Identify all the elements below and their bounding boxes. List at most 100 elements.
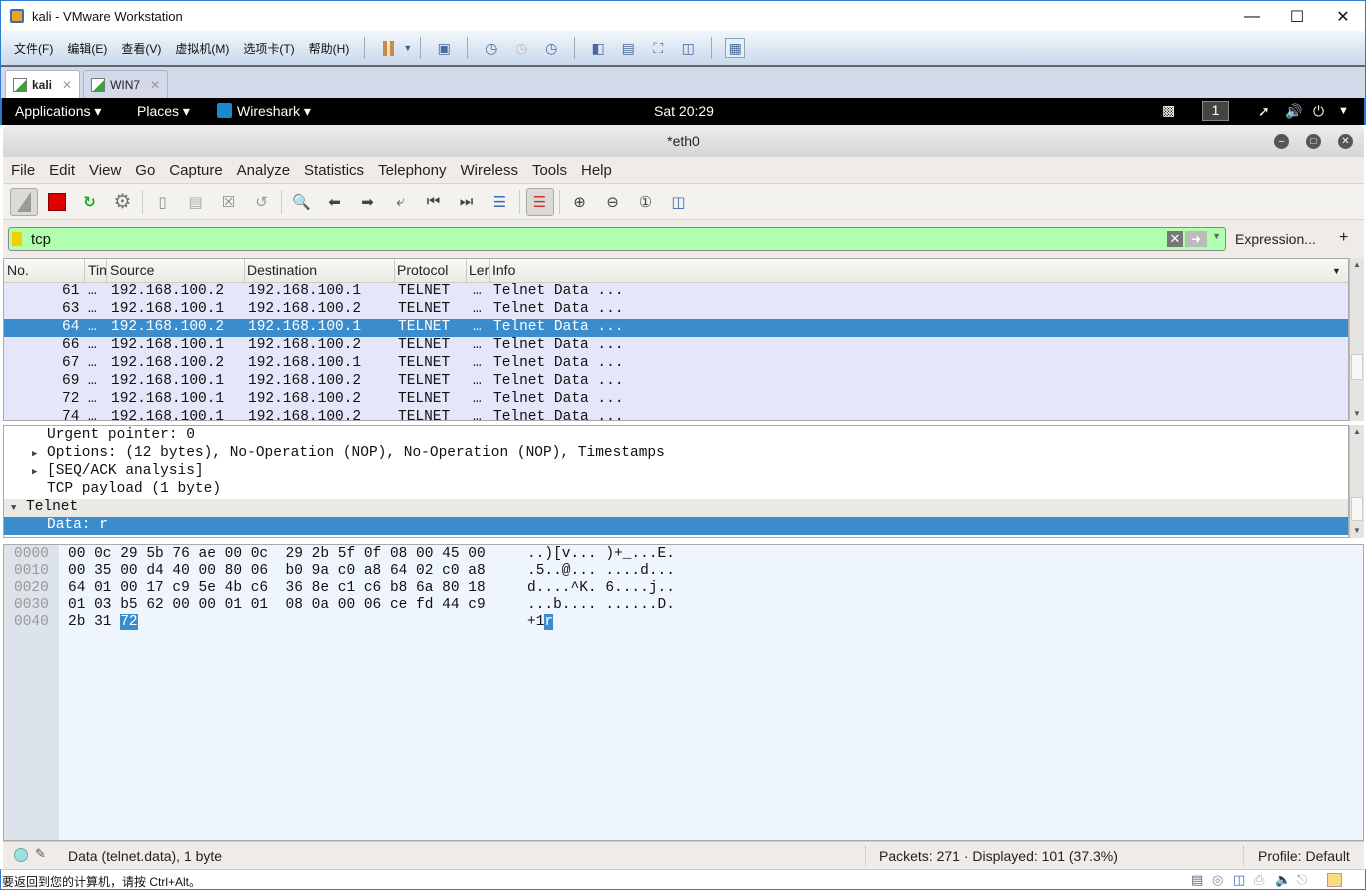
unity-icon[interactable]: ◫ bbox=[678, 38, 698, 58]
cd-dvd-icon[interactable]: ◎ bbox=[1212, 872, 1223, 888]
column-length[interactable]: Ler bbox=[469, 262, 489, 278]
restart-capture-icon[interactable]: ↻ bbox=[76, 188, 104, 216]
menu-view[interactable]: View bbox=[89, 162, 121, 179]
profile-selector[interactable]: Profile: Default bbox=[1258, 848, 1350, 864]
ascii-selected[interactable]: r bbox=[544, 614, 554, 630]
network-icon[interactable]: ➚ bbox=[1258, 103, 1270, 120]
wireshark-app-menu[interactable]: Wireshark ▾ bbox=[217, 103, 311, 120]
bookmark-icon[interactable] bbox=[12, 232, 22, 246]
applications-menu[interactable]: Applications ▾ bbox=[15, 103, 101, 120]
stop-capture-icon[interactable] bbox=[43, 188, 71, 216]
detail-row[interactable]: TCP payload (1 byte) bbox=[4, 481, 1348, 499]
packet-list-scrollbar[interactable]: ▲ ▼ bbox=[1349, 258, 1364, 421]
vm-menu-tabs[interactable]: 选项卡(T) bbox=[243, 40, 294, 57]
zoom-out-icon[interactable]: ⊖ bbox=[599, 188, 627, 216]
fullscreen-icon[interactable]: ⛶ bbox=[648, 38, 668, 58]
library-view-icon[interactable]: ◧ bbox=[588, 38, 608, 58]
hex-bytes[interactable]: 00 0c 29 5b 76 ae 00 0c 29 2b 5f 0f 08 0… bbox=[68, 546, 486, 562]
menu-tools[interactable]: Tools bbox=[532, 162, 567, 179]
scroll-up-icon[interactable]: ▲ bbox=[1350, 258, 1364, 272]
vm-menu-vm[interactable]: 虚拟机(M) bbox=[175, 40, 229, 57]
clear-filter-icon[interactable]: ✕ bbox=[1167, 231, 1183, 247]
menu-telephony[interactable]: Telephony bbox=[378, 162, 446, 179]
go-forward-arrow-icon[interactable]: ➡ bbox=[354, 188, 382, 216]
hex-bytes[interactable]: 00 35 00 d4 40 00 80 06 b0 9a c0 a8 64 0… bbox=[68, 563, 486, 579]
minimize-button[interactable]: — bbox=[1229, 1, 1275, 32]
byte-offset[interactable]: 0000 bbox=[14, 546, 49, 562]
detail-row[interactable]: ▼ Telnet bbox=[4, 499, 1348, 517]
ws-maximize-button[interactable]: □ bbox=[1306, 134, 1321, 149]
vm-menu-view[interactable]: 查看(V) bbox=[121, 40, 161, 57]
zoom-in-icon[interactable]: ⊕ bbox=[566, 188, 594, 216]
column-time[interactable]: Tin bbox=[88, 262, 107, 278]
byte-offset[interactable]: 0040 bbox=[14, 614, 49, 630]
detail-row[interactable]: ▶ Options: (12 bytes), No-Operation (NOP)… bbox=[4, 445, 1348, 463]
close-file-icon[interactable]: ☒ bbox=[215, 188, 243, 216]
volume-icon[interactable]: 🔊 bbox=[1285, 103, 1302, 120]
network-adapter-icon[interactable]: ◫ bbox=[1233, 872, 1245, 888]
go-to-packet-icon[interactable]: ⤶ bbox=[387, 188, 415, 216]
vm-menu-help[interactable]: 帮助(H) bbox=[309, 40, 350, 57]
first-packet-icon[interactable]: ⏮ bbox=[420, 188, 448, 216]
menu-wireless[interactable]: Wireless bbox=[460, 162, 518, 179]
scroll-thumb[interactable] bbox=[1351, 354, 1363, 380]
video-camera-icon[interactable]: ▩ bbox=[1162, 102, 1175, 119]
snapshot-manager-icon[interactable]: ◷ bbox=[541, 38, 561, 58]
filter-history-chevron-icon[interactable]: ▼ bbox=[1212, 231, 1221, 241]
normal-size-icon[interactable]: ① bbox=[632, 188, 660, 216]
scroll-thumb[interactable] bbox=[1351, 497, 1363, 521]
message-log-icon[interactable] bbox=[1327, 873, 1342, 887]
ws-minimize-button[interactable]: – bbox=[1274, 134, 1289, 149]
hex-bytes[interactable]: 01 03 b5 62 00 00 01 01 08 0a 00 06 ce f… bbox=[68, 597, 486, 613]
last-packet-icon[interactable]: ⏭ bbox=[453, 188, 481, 216]
go-back-arrow-icon[interactable]: ⬅ bbox=[321, 188, 349, 216]
send-ctrl-alt-del-icon[interactable]: ▣ bbox=[434, 38, 454, 58]
packet-bytes-pane[interactable]: 0000 00 0c 29 5b 76 ae 00 0c 29 2b 5f 0f … bbox=[3, 544, 1364, 841]
ascii-bytes[interactable]: d....^K. 6....j.. bbox=[527, 580, 675, 596]
scroll-down-icon[interactable]: ▼ bbox=[1350, 407, 1364, 421]
ascii-bytes[interactable]: ..)[v... )+_...E. bbox=[527, 546, 675, 562]
system-menu-chevron-icon[interactable]: ▼ bbox=[1338, 105, 1349, 117]
start-capture-shark-fin-icon[interactable] bbox=[9, 187, 38, 216]
usb-icon[interactable]: ⎋ bbox=[1297, 872, 1307, 888]
expand-arrow-icon[interactable]: ▶ bbox=[32, 449, 37, 459]
packet-row[interactable]: 64 … 192.168.100.2 192.168.100.1 TELNET … Teln… bbox=[4, 319, 1348, 337]
save-file-icon[interactable]: ▤ bbox=[182, 188, 210, 216]
scroll-down-icon[interactable]: ▼ bbox=[1350, 524, 1364, 538]
packet-row[interactable]: 72 … 192.168.100.1 192.168.100.2 TELNET … Teln… bbox=[4, 391, 1348, 409]
display-filter-field[interactable]: ✕ ➜ ▼ bbox=[8, 227, 1226, 251]
packet-row[interactable]: 63 … 192.168.100.1 192.168.100.2 TELNET … Teln… bbox=[4, 301, 1348, 319]
add-filter-button[interactable]: + bbox=[1339, 229, 1348, 247]
detail-row[interactable]: ▶ [SEQ/ACK analysis] bbox=[4, 463, 1348, 481]
expression-button[interactable]: Expression... bbox=[1235, 231, 1316, 247]
ascii-plain[interactable]: +1 bbox=[527, 614, 544, 630]
hex-plain[interactable]: 2b 31 bbox=[68, 614, 120, 630]
find-packet-search-icon[interactable]: 🔍 bbox=[288, 188, 316, 216]
column-no[interactable]: No. bbox=[7, 262, 29, 278]
hard-disk-icon[interactable]: ▤ bbox=[1191, 872, 1203, 888]
close-button[interactable]: ✕ bbox=[1320, 1, 1366, 32]
colorize-icon[interactable]: ☰ bbox=[525, 187, 554, 216]
hex-bytes[interactable]: 64 01 00 17 c9 5e 4b c6 36 8e c1 c6 b8 6… bbox=[68, 580, 486, 596]
packet-row[interactable]: 66 … 192.168.100.1 192.168.100.2 TELNET … Teln… bbox=[4, 337, 1348, 355]
capture-options-gear-icon[interactable]: ⚙ bbox=[109, 188, 137, 216]
collapse-arrow-icon[interactable]: ▼ bbox=[11, 503, 16, 513]
console-view-icon[interactable]: ▦ bbox=[725, 38, 746, 58]
details-scrollbar[interactable]: ▲ ▼ bbox=[1349, 425, 1364, 538]
packet-row[interactable]: 61 … 192.168.100.2 192.168.100.1 TELNET … Teln… bbox=[4, 283, 1348, 301]
ws-close-button[interactable]: ✕ bbox=[1338, 134, 1353, 149]
packet-list[interactable]: No. Tin Source Destination Protocol Ler … bbox=[3, 258, 1349, 421]
sound-icon[interactable]: 🔈 bbox=[1275, 872, 1291, 888]
resize-columns-icon[interactable]: ◫ bbox=[665, 188, 693, 216]
clock[interactable]: Sat 20:29 bbox=[654, 103, 714, 119]
column-protocol[interactable]: Protocol bbox=[397, 262, 448, 278]
autoscroll-icon[interactable]: ☰ bbox=[486, 188, 514, 216]
open-file-icon[interactable]: ▯ bbox=[149, 188, 177, 216]
places-menu[interactable]: Places ▾ bbox=[137, 103, 190, 120]
packet-details-tree[interactable]: Urgent pointer: 0 ▶ Options: (12 bytes), N… bbox=[3, 425, 1349, 538]
power-icon[interactable]: ⏻ bbox=[1313, 103, 1324, 120]
byte-offset[interactable]: 0030 bbox=[14, 597, 49, 613]
capture-comment-icon[interactable]: ✎ bbox=[35, 846, 46, 862]
thumbnail-bar-icon[interactable]: ▤ bbox=[618, 38, 638, 58]
tab-kali[interactable]: kali ✕ bbox=[5, 70, 81, 98]
